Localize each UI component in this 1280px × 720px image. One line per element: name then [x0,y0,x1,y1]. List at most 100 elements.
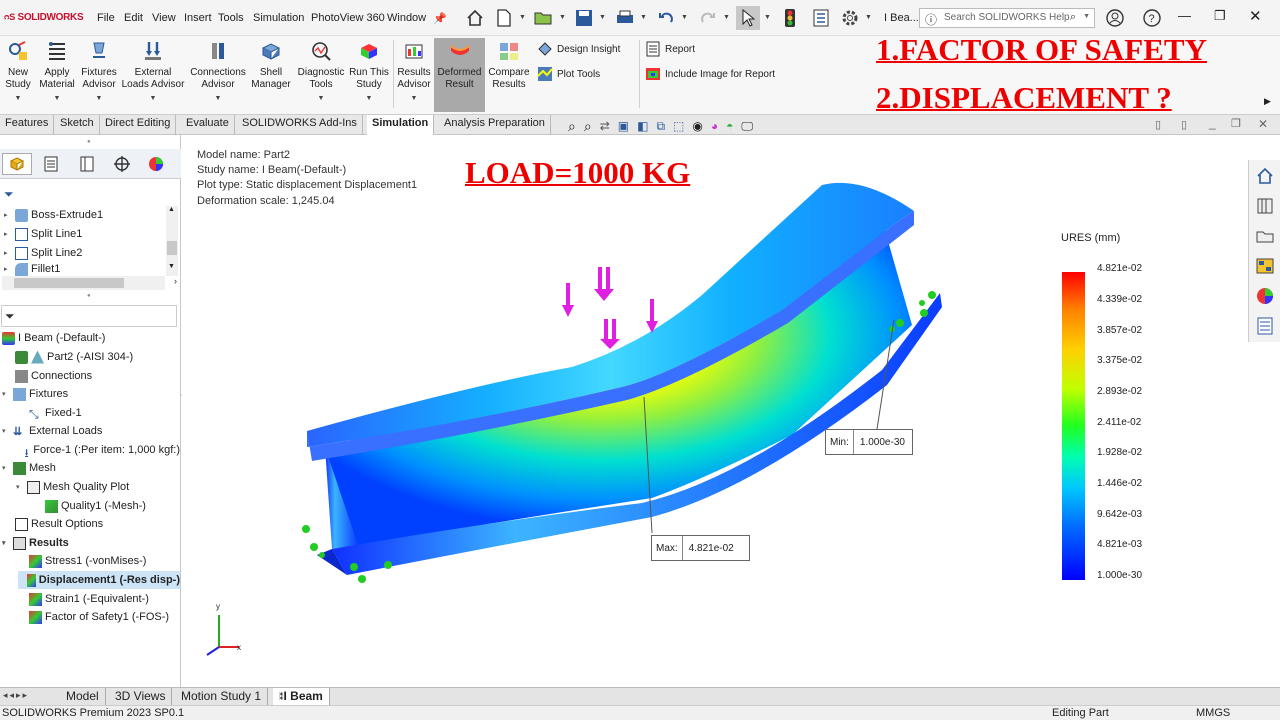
connections-advisor-button[interactable]: Connections Advisor ▼ [188,38,248,112]
tab-sketch[interactable]: Sketch [55,115,100,135]
file-properties-icon[interactable] [809,6,833,30]
help-icon[interactable]: ? [1140,6,1164,30]
design-library-icon[interactable] [1253,194,1277,218]
zoom-to-fit-icon[interactable]: ⌕ [568,118,576,135]
menu-tools[interactable]: Tools [218,12,244,24]
open-folder-icon[interactable] [532,6,556,30]
minimize-icon[interactable]: — [1178,8,1191,23]
color-legend-bar[interactable] [1062,272,1085,580]
zoom-to-area-icon[interactable]: ⌕ [584,118,592,135]
tree-item-external-loads[interactable]: ▾ ⇊ External Loads [2,422,102,440]
plot-tools-button[interactable]: Plot Tools ▼ [537,64,655,84]
chevron-down-icon[interactable]: ▼ [348,93,390,105]
restore-doc-icon[interactable]: ❐ [1231,117,1241,130]
solidworks-resources-icon[interactable] [1253,164,1277,188]
results-advisor-button[interactable]: Results Advisor ▼ [396,38,432,112]
tree-item-mesh-quality-plot[interactable]: ▾ Mesh Quality Plot [16,478,129,496]
view-palette-icon[interactable] [1253,254,1277,278]
menu-photoview[interactable]: PhotoView 360 [311,12,385,24]
tab-scroll-arrows-icon[interactable]: ◂◂▸▸ [3,690,29,701]
chevron-down-icon[interactable]: ▼ [640,14,647,21]
tab-features[interactable]: Features [0,115,55,135]
search-icon[interactable]: ⌕ [1070,11,1076,24]
save-icon[interactable] [572,6,596,30]
tab-motion-study-1[interactable]: Motion Study 1 [175,688,269,706]
menu-simulation[interactable]: Simulation [253,12,304,24]
tree-item-split-line2[interactable]: ▸ Split Line2 [4,244,82,262]
tab-3d-views[interactable]: 3D Views [109,688,173,706]
splitter-handle[interactable]: ● [87,293,91,299]
chevron-down-icon[interactable]: ▼ [36,93,78,105]
chevron-down-icon[interactable]: ▼ [1083,13,1090,20]
collapse-arrow-icon[interactable]: ▾ [2,539,10,547]
chevron-down-icon[interactable]: ▼ [681,14,688,21]
chevron-down-icon[interactable]: ▼ [519,14,526,21]
dynamic-annotation-icon[interactable]: ◧ [637,119,648,133]
menu-file[interactable]: File [97,12,115,24]
tree-scrollbar[interactable]: ▲ ▼ [166,206,178,276]
diagnostic-tools-button[interactable]: Diagnostic Tools ▼ [296,38,346,112]
tree-item-split-line1[interactable]: ▸ Split Line1 [4,225,82,243]
menu-view[interactable]: View [152,12,176,24]
dimxpert-tab-icon[interactable] [107,153,137,175]
status-units[interactable]: MMGS [1196,707,1230,719]
horizontal-scrollbar[interactable]: › [2,276,177,290]
new-document-icon[interactable] [492,6,516,30]
custom-properties-icon[interactable] [1253,314,1277,338]
display-style-icon[interactable]: ⬚ [673,119,684,133]
collapse-arrow-icon[interactable]: ▾ [16,483,24,491]
tree-item-results[interactable]: ▾ Results [2,534,69,552]
filter-icon[interactable]: ⏷ [4,187,14,202]
tree-item-result-options[interactable]: Result Options [4,515,103,533]
tree-item-mesh[interactable]: ▾ Mesh [2,459,56,477]
collapse-arrow-icon[interactable]: ▾ [2,390,10,398]
displaymanager-tab-icon[interactable] [141,153,171,175]
tree-item-factor-of-safety1[interactable]: Factor of Safety1 (-FOS-) [18,608,169,626]
chevron-down-icon[interactable]: ▼ [188,93,248,105]
new-study-button[interactable]: New Study ▼ [2,38,34,112]
chevron-down-icon[interactable]: ▼ [764,14,771,21]
undo-icon[interactable] [654,6,678,30]
chevron-down-icon[interactable]: ▼ [396,93,432,105]
home-icon[interactable] [463,6,487,30]
fixtures-advisor-button[interactable]: Fixtures Advisor ▼ [80,38,118,112]
propertymanager-tab-icon[interactable] [36,153,66,175]
external-loads-advisor-button[interactable]: External Loads Advisor ▼ [120,38,186,112]
previous-view-icon[interactable]: ⇄ [600,119,610,133]
tree-item-fixtures[interactable]: ▾ Fixtures [2,385,68,403]
design-insight-button[interactable]: Design Insight [537,39,620,59]
deformed-result-button[interactable]: Deformed Result [434,38,485,112]
tree-item-boss-extrude1[interactable]: ▸ Boss-Extrude1 [4,206,103,224]
tree-item-connections[interactable]: Connections [4,367,92,385]
menu-window[interactable]: Window [387,12,426,24]
user-account-icon[interactable] [1103,6,1127,30]
close-icon[interactable]: ✕ [1249,7,1262,25]
appearances-scenes-icon[interactable] [1253,284,1277,308]
tree-item-displacement1[interactable]: Displacement1 (-Res disp-) [18,571,180,589]
tab-evaluate[interactable]: Evaluate [181,115,235,135]
tile-icon[interactable]: ▯ [1181,118,1187,131]
tree-item-stress1[interactable]: Stress1 (-vonMises-) [18,552,146,570]
chevron-down-icon[interactable]: ▼ [80,93,118,105]
tree-item-study[interactable]: I Beam (-Default-) [2,329,105,347]
filter-input[interactable]: ⏷ [1,305,177,327]
tab-solidworks-addins[interactable]: SOLIDWORKS Add-Ins [237,115,363,135]
tree-item-force-1[interactable]: ⭳ Force-1 (:Per item: 1,000 kgf:) [18,441,180,459]
expand-arrow-icon[interactable]: ▸ [4,211,12,219]
tab-model[interactable]: Model [60,688,106,706]
file-explorer-icon[interactable] [1253,224,1277,248]
close-doc-icon[interactable]: ✕ [1258,117,1268,131]
redo-icon[interactable] [696,6,720,30]
tree-item-quality1[interactable]: Quality1 (-Mesh-) [34,497,146,515]
featuremanager-tab-icon[interactable] [2,153,32,175]
tab-i-beam[interactable]: ⁑I Beam [273,688,330,706]
chevron-down-icon[interactable]: ▼ [120,93,186,105]
compare-results-button[interactable]: Compare Results [487,38,531,112]
minimize-doc-icon[interactable]: _ [1209,116,1216,130]
expand-arrow-icon[interactable]: ▸ [4,249,12,257]
hide-show-icon[interactable]: ◉ [692,119,702,133]
chevron-right-icon[interactable]: ▶ [1264,96,1271,107]
max-callout[interactable]: Max: 4.821e-02 [651,535,750,561]
shell-manager-button[interactable]: Shell Manager [250,38,292,112]
tile-icon[interactable]: ▯ [1155,118,1161,131]
